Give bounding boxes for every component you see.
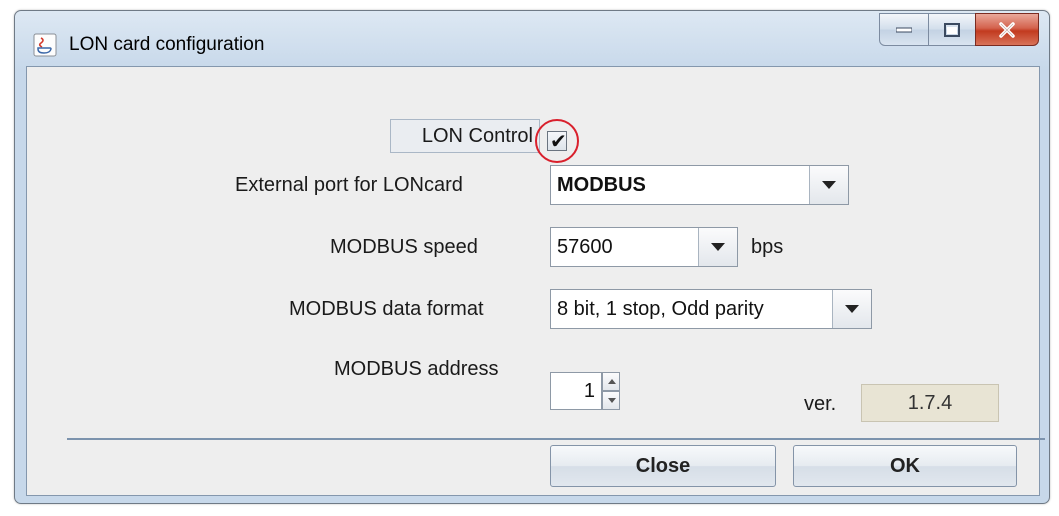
version-value: 1.7.4: [907, 392, 953, 414]
window-title: LON card configuration: [69, 34, 265, 55]
lon-control-label-box: LON Control: [390, 119, 540, 153]
ok-button[interactable]: OK: [793, 445, 1017, 487]
caption-buttons: [879, 13, 1039, 47]
version-field: 1.7.4: [861, 384, 999, 422]
modbus-address-value: 1: [583, 380, 595, 402]
chevron-down-icon: [822, 181, 836, 189]
maximize-icon: [944, 22, 960, 37]
dropdown-arrow-button[interactable]: [698, 228, 737, 266]
modbus-speed-dropdown[interactable]: 57600: [550, 227, 738, 267]
java-app-icon: [33, 33, 57, 57]
arrow-down-icon: [608, 398, 616, 403]
modbus-data-format-label: MODBUS data format: [289, 298, 484, 320]
modbus-speed-label: MODBUS speed: [330, 236, 478, 258]
lon-control-label: LON Control: [421, 125, 533, 147]
arrow-up-icon: [608, 379, 616, 384]
dropdown-arrow-button[interactable]: [809, 166, 848, 204]
spinner-up-button[interactable]: [602, 372, 620, 391]
separator: [67, 438, 1045, 440]
chevron-down-icon: [845, 305, 859, 313]
external-port-value: MODBUS: [557, 174, 646, 196]
spinner-down-button[interactable]: [602, 391, 620, 410]
minimize-button[interactable]: [879, 13, 929, 46]
modbus-address-spinner[interactable]: 1: [550, 372, 620, 410]
modbus-address-label: MODBUS address: [334, 358, 499, 380]
minimize-icon: [896, 27, 912, 32]
title-bar[interactable]: LON card configuration: [15, 11, 1049, 66]
dialog-window: LON card configuration LON Control ✔ Ext…: [14, 10, 1050, 504]
external-port-label: External port for LONcard: [235, 174, 463, 196]
maximize-button[interactable]: [928, 13, 976, 46]
modbus-address-field[interactable]: 1: [550, 372, 602, 410]
close-icon: [999, 21, 1015, 38]
modbus-speed-unit: bps: [751, 236, 784, 258]
version-label: ver.: [804, 393, 837, 415]
chevron-down-icon: [711, 243, 725, 251]
modbus-speed-value: 57600: [557, 236, 613, 258]
external-port-dropdown[interactable]: MODBUS: [550, 165, 849, 205]
close-button[interactable]: Close: [550, 445, 776, 487]
dropdown-arrow-button[interactable]: [832, 290, 871, 328]
dialog-content: LON Control ✔ External port for LONcard …: [26, 66, 1045, 496]
modbus-data-format-value: 8 bit, 1 stop, Odd parity: [557, 298, 764, 320]
highlight-circle: [535, 119, 579, 163]
modbus-data-format-dropdown[interactable]: 8 bit, 1 stop, Odd parity: [550, 289, 872, 329]
close-window-button[interactable]: [975, 13, 1039, 46]
